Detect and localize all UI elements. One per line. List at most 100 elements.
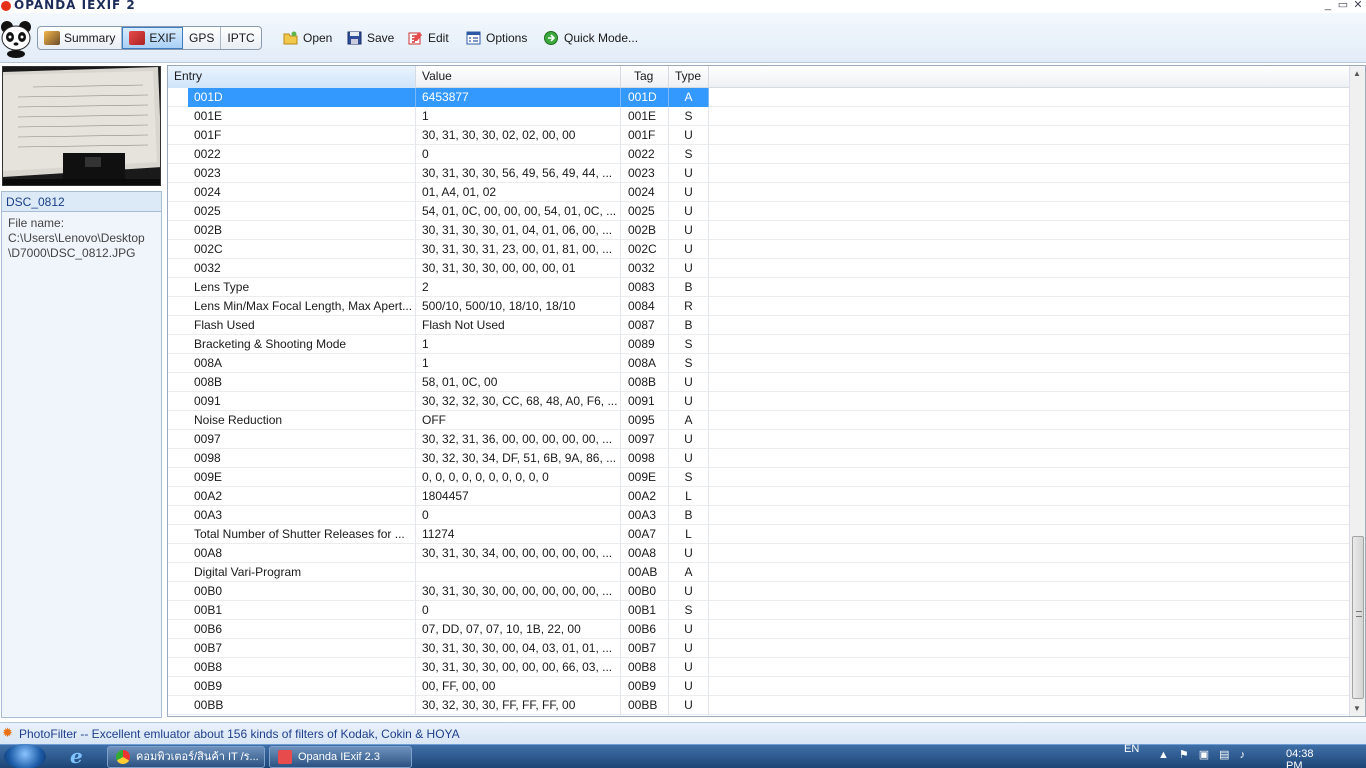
tag-cell: 00B8 (621, 658, 669, 677)
table-row[interactable]: 008A 1 008A S (168, 354, 1349, 373)
table-row[interactable]: 00A3 0 00A3 B (168, 506, 1349, 525)
panda-logo-icon (1, 21, 31, 58)
table-row[interactable]: 0097 30, 32, 31, 36, 00, 00, 00, 00, 00, … (168, 430, 1349, 449)
minimize-button[interactable]: _ (1322, 0, 1334, 11)
entry-cell: 00B6 (188, 620, 416, 639)
table-row[interactable]: 002C 30, 31, 30, 31, 23, 00, 01, 81, 00, … (168, 240, 1349, 259)
tab-summary[interactable]: Summary (38, 27, 123, 49)
entry-cell: 0032 (188, 259, 416, 278)
type-cell: U (669, 639, 709, 658)
table-row[interactable]: 00BB 30, 32, 30, 30, FF, FF, FF, 00 00BB U (168, 696, 1349, 715)
taskbar-item-label: คอมพิวเตอร์/สินค้า IT /ร... (136, 751, 259, 763)
column-header-entry[interactable]: Entry (168, 66, 416, 88)
tag-cell: 0097 (621, 430, 669, 449)
table-row[interactable]: 002B 30, 31, 30, 30, 01, 04, 01, 06, 00, … (168, 221, 1349, 240)
vertical-scrollbar[interactable]: ▲ ▼ (1349, 66, 1365, 716)
table-row[interactable]: 00B1 0 00B1 S (168, 601, 1349, 620)
tab-exif[interactable]: EXIF (122, 27, 184, 49)
open-button[interactable]: Open (283, 31, 332, 45)
table-row[interactable]: 0023 30, 31, 30, 30, 56, 49, 56, 49, 44, … (168, 164, 1349, 183)
table-row[interactable]: Flash Used Flash Not Used 0087 B (168, 316, 1349, 335)
column-header-type[interactable]: Type (669, 66, 709, 88)
edit-icon (408, 32, 422, 45)
tag-cell: 0087 (621, 316, 669, 335)
tag-cell: 00B7 (621, 639, 669, 658)
options-button[interactable]: Options (466, 31, 527, 45)
tab-iptc[interactable]: IPTC (221, 27, 260, 49)
table-row[interactable]: 00B0 30, 31, 30, 30, 00, 00, 00, 00, 00, … (168, 582, 1349, 601)
table-row[interactable]: 00A8 30, 31, 30, 34, 00, 00, 00, 00, 00, … (168, 544, 1349, 563)
start-button[interactable] (4, 744, 46, 768)
scroll-down-arrow-icon[interactable]: ▼ (1353, 704, 1361, 713)
volume-icon[interactable]: ♪ (1240, 749, 1256, 761)
entry-cell: 00A3 (188, 506, 416, 525)
scrollbar-thumb[interactable] (1352, 536, 1364, 699)
edit-button[interactable]: Edit (408, 31, 449, 45)
flag-icon[interactable]: ⚑ (1179, 749, 1199, 761)
file-path-line: C:\Users\Lenovo\Desktop (8, 231, 145, 245)
table-row[interactable]: 00A2 1804457 00A2 L (168, 487, 1349, 506)
type-cell: B (669, 278, 709, 297)
exif-icon (129, 31, 146, 45)
table-row[interactable]: Lens Type 2 0083 B (168, 278, 1349, 297)
value-cell: 6453877 (416, 88, 621, 107)
taskbar-item-opanda[interactable]: Opanda IExif 2.3 (269, 746, 412, 768)
image-thumbnail[interactable] (2, 66, 161, 186)
table-row[interactable]: 0022 0 0022 S (168, 145, 1349, 164)
save-button[interactable]: Save (347, 31, 394, 45)
type-cell: S (669, 468, 709, 487)
tray-expand-icon[interactable]: ▲ (1158, 749, 1179, 761)
table-row[interactable]: 001F 30, 31, 30, 30, 02, 02, 00, 00 001F U (168, 126, 1349, 145)
table-row[interactable]: Bracketing & Shooting Mode 1 0089 S (168, 335, 1349, 354)
restore-button[interactable]: ▭ (1337, 0, 1349, 11)
scroll-up-arrow-icon[interactable]: ▲ (1353, 69, 1361, 78)
tag-cell: 00A8 (621, 544, 669, 563)
close-button[interactable]: ✕ (1352, 0, 1364, 11)
tag-cell: 0022 (621, 145, 669, 164)
column-header-value[interactable]: Value (416, 66, 621, 88)
status-text[interactable]: PhotoFilter -- Excellent emluator about … (19, 727, 460, 741)
column-header-tag[interactable]: Tag (621, 66, 669, 88)
table-row[interactable]: 00B8 30, 31, 30, 30, 00, 00, 00, 66, 03, … (168, 658, 1349, 677)
device-icon[interactable]: ▣ (1199, 749, 1219, 761)
entry-cell: 00B8 (188, 658, 416, 677)
table-row[interactable]: Noise Reduction OFF 0095 A (168, 411, 1349, 430)
table-row[interactable]: 0098 30, 32, 30, 34, DF, 51, 6B, 9A, 86, … (168, 449, 1349, 468)
network-icon[interactable]: ▤ (1219, 749, 1239, 761)
table-row[interactable]: 009E 0, 0, 0, 0, 0, 0, 0, 0, 0, 0 009E S (168, 468, 1349, 487)
app-logo-icon (1, 1, 11, 11)
table-row[interactable]: Total Number of Shutter Releases for ...… (168, 525, 1349, 544)
tab-gps[interactable]: GPS (183, 27, 222, 49)
value-cell: 30, 31, 30, 34, 00, 00, 00, 00, 00, ... (416, 544, 621, 563)
language-indicator[interactable]: EN (1124, 743, 1139, 755)
tag-cell: 009E (621, 468, 669, 487)
table-row[interactable]: 001E 1 001E S (168, 107, 1349, 126)
table-row[interactable]: Digital Vari-Program 00AB A (168, 563, 1349, 582)
table-row[interactable]: 008B 58, 01, 0C, 00 008B U (168, 373, 1349, 392)
app-title: OPANDA IEXIF 2 (14, 0, 136, 12)
table-row[interactable]: 00B7 30, 31, 30, 30, 00, 04, 03, 01, 01, … (168, 639, 1349, 658)
table-row[interactable]: Lens Min/Max Focal Length, Max Apert... 5… (168, 297, 1349, 316)
clock[interactable]: 04:38 PM (1286, 748, 1314, 768)
type-cell: B (669, 506, 709, 525)
file-path-line: \D7000\DSC_0812.JPG (8, 246, 136, 260)
table-row[interactable]: 0025 54, 01, 0C, 00, 00, 00, 54, 01, 0C, … (168, 202, 1349, 221)
quick-mode-button[interactable]: Quick Mode... (544, 31, 638, 45)
entry-cell: 0098 (188, 449, 416, 468)
table-row[interactable]: 001D 6453877 001D A (168, 88, 1349, 107)
value-cell: 54, 01, 0C, 00, 00, 00, 54, 01, 0C, ... (416, 202, 621, 221)
entry-cell: 001F (188, 126, 416, 145)
tab-gps-label: GPS (189, 31, 215, 45)
internet-explorer-icon[interactable]: e (70, 746, 83, 766)
tag-cell: 0095 (621, 411, 669, 430)
table-row[interactable]: 0024 01, A4, 01, 02 0024 U (168, 183, 1349, 202)
taskbar-item-chrome[interactable]: คอมพิวเตอร์/สินค้า IT /ร... (107, 746, 265, 768)
options-icon (466, 31, 481, 45)
value-cell: 11274 (416, 525, 621, 544)
table-row[interactable]: 00B9 00, FF, 00, 00 00B9 U (168, 677, 1349, 696)
value-cell: 1804457 (416, 487, 621, 506)
table-row[interactable]: 00B6 07, DD, 07, 07, 10, 1B, 22, 00 00B6 U (168, 620, 1349, 639)
table-row[interactable]: 0091 30, 32, 32, 30, CC, 68, 48, A0, F6, … (168, 392, 1349, 411)
value-cell: 07, DD, 07, 07, 10, 1B, 22, 00 (416, 620, 621, 639)
table-row[interactable]: 0032 30, 31, 30, 30, 00, 00, 00, 01 0032 U (168, 259, 1349, 278)
